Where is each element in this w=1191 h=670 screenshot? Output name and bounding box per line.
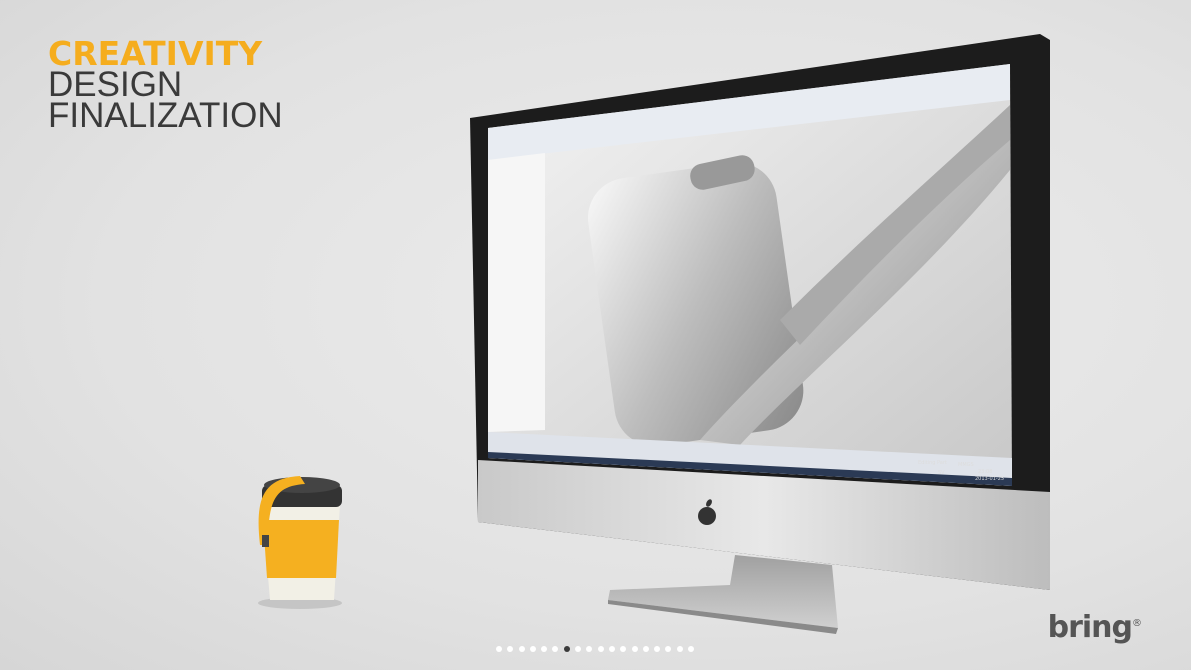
pagination-dot-18[interactable] [688, 646, 695, 652]
status-mode: Editing Part [918, 460, 947, 466]
pagination-dot-8[interactable] [575, 646, 582, 652]
clock-date: 2013-01-25 [975, 476, 1005, 482]
pagination-dot-11[interactable] [608, 646, 615, 652]
pagination-dot-4[interactable] [529, 646, 536, 652]
pagination-dot-10[interactable] [597, 646, 604, 652]
pagination-dot-1[interactable] [496, 646, 502, 652]
slide-pagination [496, 646, 695, 652]
feature-tree [488, 153, 545, 432]
registered-mark: ® [1132, 618, 1142, 629]
pagination-dot-5[interactable] [541, 646, 548, 652]
pagination-dot-17[interactable] [676, 646, 683, 652]
pagination-dot-2[interactable] [507, 646, 514, 652]
pagination-dot-15[interactable] [654, 646, 661, 652]
coffee-cup-product [258, 476, 342, 609]
pagination-dot-9[interactable] [586, 646, 593, 652]
language-indicator[interactable]: SV [938, 470, 945, 476]
brand-logo: bring® [1047, 610, 1142, 645]
monitor-stand [608, 555, 838, 634]
pagination-dot-13[interactable] [631, 646, 638, 652]
pagination-dot-3[interactable] [518, 646, 525, 652]
pagination-dot-7[interactable] [563, 646, 570, 652]
pagination-dot-12[interactable] [620, 646, 627, 652]
pagination-dot-14[interactable] [642, 646, 649, 652]
clock-time: 23:08 [978, 469, 993, 475]
brand-logo-text: bring [1047, 610, 1133, 645]
pagination-dot-6[interactable] [552, 646, 559, 652]
monitor [470, 34, 1050, 590]
pagination-dot-16[interactable] [665, 646, 672, 652]
status-units[interactable]: MMGS [958, 462, 974, 468]
product-illustration [258, 34, 1050, 634]
